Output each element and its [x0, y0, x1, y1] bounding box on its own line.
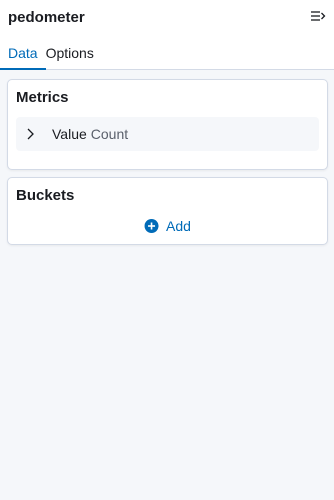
tab-bar: Data Options	[0, 40, 102, 70]
plus-circle-icon	[144, 219, 159, 233]
metrics-panel: Metrics Value Count	[7, 79, 328, 170]
buckets-panel: Buckets Add	[7, 177, 328, 245]
add-bucket-button[interactable]: Add	[144, 218, 191, 234]
add-label: Add	[166, 218, 191, 234]
metrics-title: Metrics	[16, 89, 69, 106]
tab-options[interactable]: Options	[46, 40, 102, 70]
collapse-sidebar-button[interactable]	[310, 10, 326, 26]
metric-type: Count	[90, 126, 129, 142]
metric-item-value[interactable]: Value Count	[16, 117, 319, 151]
buckets-title: Buckets	[16, 187, 75, 204]
sidebar-header: pedometer Data Options	[0, 0, 334, 70]
tab-data[interactable]: Data	[0, 40, 46, 70]
metric-label: Value	[52, 126, 87, 142]
page-title: pedometer	[8, 9, 85, 26]
chevron-right-icon	[26, 128, 38, 140]
collapse-icon	[310, 9, 326, 28]
